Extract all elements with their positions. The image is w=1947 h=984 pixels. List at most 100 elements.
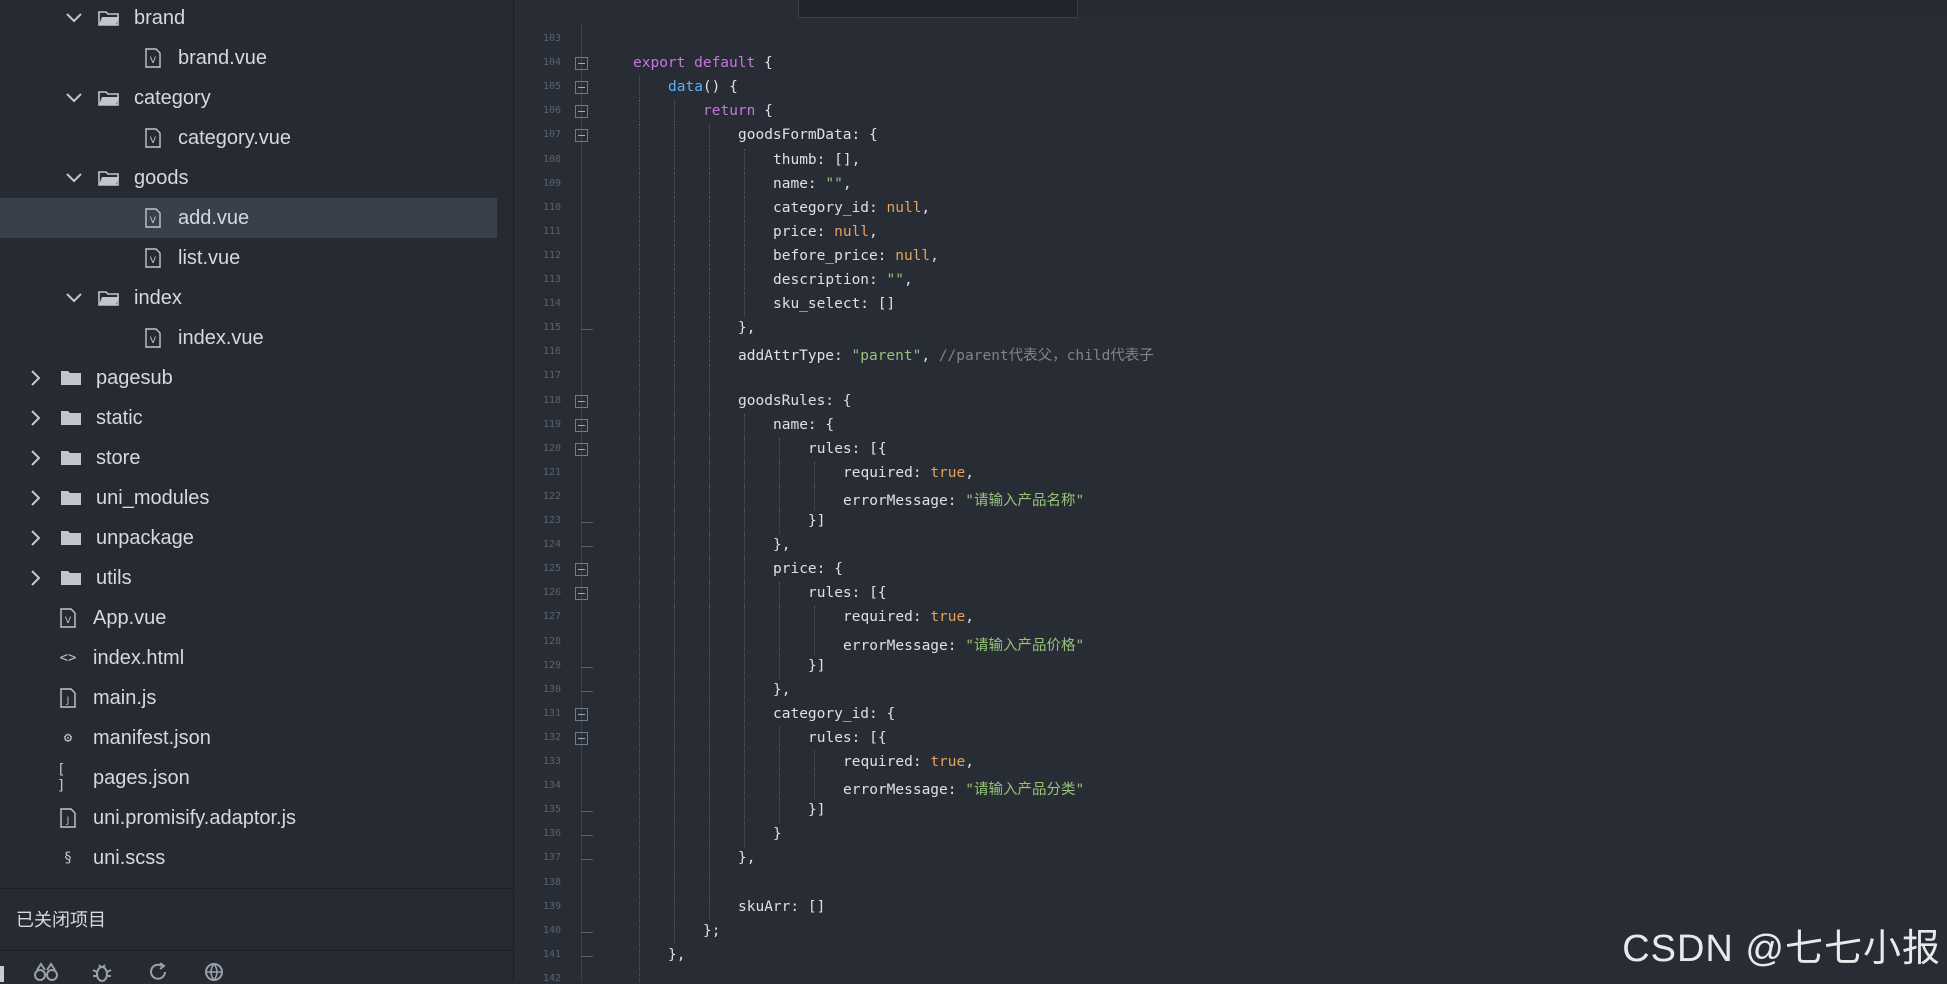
code-line[interactable]: 120 rules: [{: [515, 437, 1947, 462]
folder-item-index[interactable]: index: [0, 278, 497, 318]
code-token: required:: [843, 609, 931, 626]
code-line[interactable]: 136}: [515, 823, 1947, 848]
code-line[interactable]: 135}]: [515, 799, 1947, 824]
fold-toggle-icon[interactable]: [575, 563, 588, 577]
code-text: name: "",: [773, 176, 852, 192]
code-line[interactable]: 126 rules: [{: [515, 582, 1947, 607]
code-line[interactable]: 116 addAttrType: "parent", //parent代表父，ch…: [515, 341, 1947, 366]
file-item-add-vue[interactable]: Vadd.vue: [0, 198, 497, 238]
folder-item-category[interactable]: category: [0, 78, 497, 118]
code-line[interactable]: 122 errorMessage: "请输入产品名称": [515, 485, 1947, 510]
indent-guide: [674, 534, 675, 559]
indent-guide: [709, 726, 710, 751]
code-line[interactable]: 103: [515, 28, 1947, 52]
chevron-right-icon[interactable]: [26, 488, 46, 508]
fold-toggle-icon[interactable]: [575, 105, 588, 119]
code-line[interactable]: 107 goodsFormData: {: [515, 124, 1947, 149]
code-editor[interactable]: 103 104 export default {105 data() {106 retu…: [515, 0, 1947, 982]
folder-item-static[interactable]: static: [0, 398, 497, 438]
code-line[interactable]: 105 data() {: [515, 76, 1947, 101]
code-line[interactable]: 115},: [515, 317, 1947, 342]
code-token: "": [825, 175, 843, 192]
code-line[interactable]: 129}]: [515, 654, 1947, 679]
indent-guide: [674, 726, 675, 751]
file-item-uni-scss[interactable]: § uni.scss: [0, 838, 497, 878]
file-item-index-html[interactable]: <> index.html: [0, 638, 497, 678]
bug-icon[interactable]: [88, 960, 116, 984]
code-line[interactable]: 106 return {: [515, 100, 1947, 125]
file-item-main-js[interactable]: Jmain.js: [0, 678, 497, 718]
fold-toggle-icon[interactable]: [575, 707, 588, 721]
globe-icon[interactable]: [200, 960, 228, 984]
chevron-right-icon[interactable]: [26, 368, 46, 388]
code-line[interactable]: 133 required: true,: [515, 751, 1947, 775]
fold-toggle-icon[interactable]: [575, 587, 588, 601]
code-line[interactable]: 110 category_id: null,: [515, 196, 1947, 221]
closed-projects-label[interactable]: 已关闭项目: [16, 906, 106, 932]
code-line[interactable]: 123}]: [515, 510, 1947, 534]
refresh-icon[interactable]: [144, 960, 172, 984]
chevron-down-icon[interactable]: [64, 168, 84, 188]
code-token: },: [668, 946, 686, 963]
folder-item-unpackage[interactable]: unpackage: [0, 518, 497, 558]
code-line[interactable]: 104 export default {: [515, 52, 1947, 76]
code-line[interactable]: 113 description: "",: [515, 269, 1947, 293]
toolbar-marker: [0, 965, 4, 982]
binoculars-icon[interactable]: [32, 960, 60, 984]
chevron-right-icon[interactable]: [26, 528, 46, 548]
code-line[interactable]: 137},: [515, 847, 1947, 872]
fold-toggle-icon[interactable]: [575, 418, 588, 432]
editor-tab-strip[interactable]: [798, 0, 1078, 18]
code-line[interactable]: 125 price: {: [515, 558, 1947, 583]
fold-toggle-icon[interactable]: [575, 57, 588, 71]
code-line[interactable]: 139 skuArr: []: [515, 895, 1947, 920]
fold-toggle-icon[interactable]: [575, 81, 588, 95]
code-line[interactable]: 127 required: true,: [515, 606, 1947, 631]
code-line[interactable]: 112 before_price: null,: [515, 244, 1947, 269]
code-token: errorMessage:: [843, 637, 966, 654]
code-line[interactable]: 134 errorMessage: "请输入产品分类": [515, 775, 1947, 800]
indent-guide: [779, 510, 780, 534]
fold-toggle-icon[interactable]: [575, 442, 588, 456]
chevron-right-icon[interactable]: [26, 408, 46, 428]
chevron-right-icon[interactable]: [26, 448, 46, 468]
fold-toggle-icon[interactable]: [575, 394, 588, 408]
code-line[interactable]: 121 required: true,: [515, 461, 1947, 486]
folder-item-store[interactable]: store: [0, 438, 497, 478]
code-line[interactable]: 114 sku_select: []: [515, 293, 1947, 318]
code-line[interactable]: 117: [515, 365, 1947, 390]
file-item-brand-vue[interactable]: Vbrand.vue: [0, 38, 497, 78]
chevron-down-icon[interactable]: [64, 88, 84, 108]
file-item-uni-promisify-adaptor-js[interactable]: Juni.promisify.adaptor.js: [0, 798, 497, 838]
code-text: errorMessage: "请输入产品分类": [843, 778, 1084, 799]
file-item-manifest-json[interactable]: ⚙ manifest.json: [0, 718, 497, 758]
file-item-pages-json[interactable]: [ ] pages.json: [0, 758, 497, 798]
code-line[interactable]: 128 errorMessage: "请输入产品价格": [515, 630, 1947, 655]
code-line[interactable]: 108 thumb: [],: [515, 148, 1947, 173]
folder-item-uni-modules[interactable]: uni_modules: [0, 478, 497, 518]
code-line[interactable]: 131 category_id: {: [515, 702, 1947, 727]
file-item-app-vue[interactable]: V App.vue: [0, 598, 497, 638]
code-line[interactable]: 119 name: {: [515, 413, 1947, 438]
code-line[interactable]: 130},: [515, 678, 1947, 703]
file-item-category-vue[interactable]: Vcategory.vue: [0, 118, 497, 158]
folder-item-utils[interactable]: utils: [0, 558, 497, 598]
code-line[interactable]: 111 price: null,: [515, 220, 1947, 245]
code-line[interactable]: 118 goodsRules: {: [515, 389, 1947, 414]
code-line[interactable]: 132 rules: [{: [515, 726, 1947, 751]
chevron-down-icon[interactable]: [64, 8, 84, 28]
chevron-down-icon[interactable]: [64, 288, 84, 308]
file-item-list-vue[interactable]: Vlist.vue: [0, 238, 497, 278]
code-line[interactable]: 124},: [515, 534, 1947, 559]
indent-guide: [709, 172, 710, 197]
folder-item-pagesub[interactable]: pagesub: [0, 358, 497, 398]
fold-toggle-icon[interactable]: [575, 731, 588, 745]
tree-item-label: brand: [134, 6, 186, 29]
folder-item-goods[interactable]: goods: [0, 158, 497, 198]
file-item-index-vue[interactable]: Vindex.vue: [0, 318, 497, 358]
fold-toggle-icon[interactable]: [575, 129, 588, 143]
folder-item-brand[interactable]: brand: [0, 0, 497, 38]
code-line[interactable]: 109 name: "",: [515, 172, 1947, 197]
code-line[interactable]: 138: [515, 871, 1947, 896]
chevron-right-icon[interactable]: [26, 568, 46, 588]
